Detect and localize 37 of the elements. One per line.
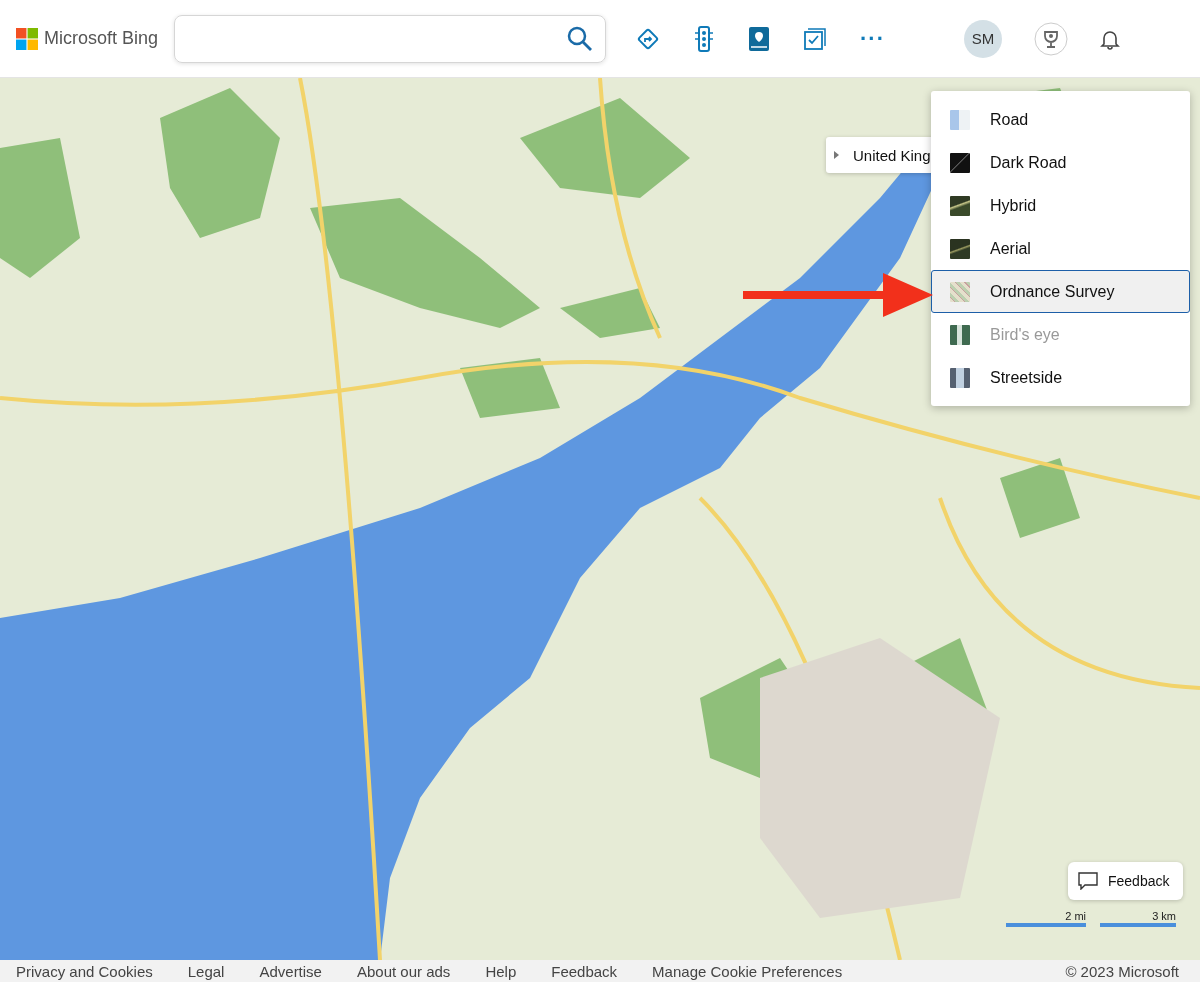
checkbox-icon[interactable] [804, 27, 826, 50]
footer-link[interactable]: Manage Cookie Preferences [652, 962, 843, 980]
trophy-icon[interactable] [1034, 21, 1068, 56]
directions-icon[interactable] [636, 26, 660, 51]
map-style-item[interactable]: Aerial [931, 227, 1190, 270]
map-thumbnail-icon [950, 324, 970, 345]
map-style-item[interactable]: Ordnance Survey [931, 270, 1190, 313]
map-style-item[interactable]: Streetside [931, 356, 1190, 399]
breadcrumb-text: United King [853, 146, 931, 164]
scale-bar: 3 km [1100, 910, 1176, 927]
logo-text: Microsoft Bing [44, 28, 159, 49]
footer-link[interactable]: Privacy and Cookies [16, 962, 153, 980]
traffic-light-icon[interactable] [694, 25, 714, 52]
footer-link[interactable]: About our ads [356, 962, 451, 980]
more-button[interactable]: ··· [860, 25, 885, 52]
feedback-button[interactable]: Feedback [1068, 862, 1184, 900]
map-thumbnail-icon [950, 238, 970, 259]
map-thumbnail-icon [950, 109, 970, 130]
footer-link[interactable]: Legal [187, 962, 225, 980]
map-thumbnail-icon [950, 367, 970, 388]
scale-bar: 2 mi [1006, 910, 1086, 927]
search-icon[interactable] [567, 25, 593, 52]
map-style-item[interactable]: Hybrid [931, 184, 1190, 227]
map-thumbnail-icon [950, 152, 970, 173]
windows-logo-icon [16, 27, 38, 50]
footer-link[interactable]: Help [485, 962, 517, 980]
logo[interactable]: Microsoft Bing [16, 27, 174, 50]
expand-icon [834, 151, 839, 159]
copyright: © 2023 Microsoft [1065, 962, 1179, 980]
avatar[interactable]: SM [964, 19, 1002, 58]
footer-link[interactable]: Feedback [551, 962, 618, 980]
map-thumbnail-icon [950, 281, 970, 302]
search-field[interactable] [174, 14, 606, 63]
chat-bubble-icon [1078, 872, 1098, 890]
book-pin-icon[interactable] [748, 25, 770, 52]
footer-link[interactable]: Advertise [259, 962, 322, 980]
map-thumbnail-icon [950, 195, 970, 216]
